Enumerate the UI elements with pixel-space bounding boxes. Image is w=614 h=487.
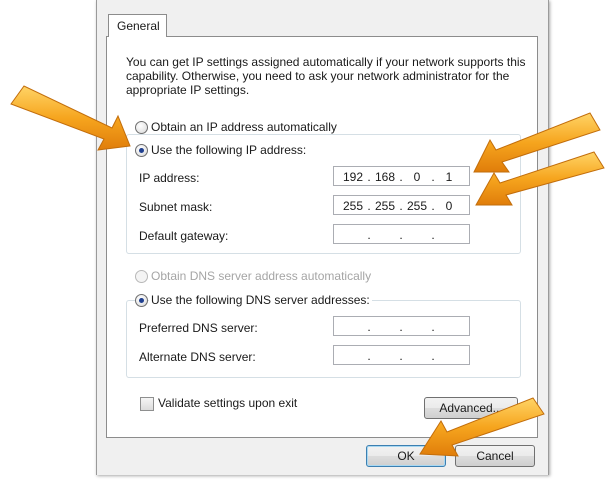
subnet-mask-field[interactable]: 255 . 255 . 255 . 0 — [333, 195, 470, 215]
tab-general[interactable]: General — [108, 14, 167, 37]
ip-dot: . — [367, 320, 371, 334]
preferred-dns-field[interactable]: . . . — [333, 316, 470, 336]
validate-settings-label[interactable]: Validate settings upon exit — [158, 396, 297, 410]
default-gateway-field[interactable]: . . . — [333, 224, 470, 244]
ip-octet-2: 168 — [374, 170, 396, 184]
ip-dot: . — [399, 320, 403, 334]
alternate-dns-field[interactable]: . . . — [333, 345, 470, 365]
ip-dot: . — [399, 228, 403, 242]
mask-octet-1: 255 — [342, 199, 364, 213]
mask-octet-2: 255 — [374, 199, 396, 213]
ip-dot: . — [431, 349, 435, 363]
use-following-dns-label[interactable]: Use the following DNS server addresses: — [149, 293, 372, 307]
mask-octet-3: 255 — [406, 199, 428, 213]
subnet-mask-label: Subnet mask: — [139, 200, 213, 214]
ip-octet-3: 0 — [413, 170, 421, 184]
ip-dot: . — [399, 349, 403, 363]
ip-dot: . — [431, 228, 435, 242]
intro-description: You can get IP settings assigned automat… — [126, 55, 526, 97]
dns-settings-group — [126, 300, 521, 378]
ip-octet-1: 192 — [342, 170, 364, 184]
cancel-button[interactable]: Cancel — [455, 445, 535, 467]
ip-address-field[interactable]: 192 . 168 . 0 . 1 — [333, 166, 470, 186]
advanced-button[interactable]: Advanced... — [424, 397, 518, 419]
mask-octet-4: 0 — [445, 199, 453, 213]
use-following-ip-label[interactable]: Use the following IP address: — [149, 143, 309, 157]
ip-dot: . — [431, 320, 435, 334]
tab-general-label: General — [117, 19, 160, 33]
obtain-dns-auto-label[interactable]: Obtain DNS server address automatically — [151, 269, 371, 283]
default-gateway-label: Default gateway: — [139, 229, 229, 243]
obtain-dns-auto-radio[interactable] — [135, 270, 148, 283]
alternate-dns-label: Alternate DNS server: — [139, 350, 256, 364]
validate-settings-checkbox[interactable] — [140, 397, 154, 411]
ip-dot: . — [367, 349, 371, 363]
ip-dot: . — [367, 228, 371, 242]
use-following-dns-radio[interactable] — [135, 294, 148, 307]
obtain-ip-auto-label[interactable]: Obtain an IP address automatically — [151, 120, 337, 134]
use-following-ip-radio[interactable] — [135, 144, 148, 157]
ip-address-label: IP address: — [139, 171, 200, 185]
preferred-dns-label: Preferred DNS server: — [139, 321, 258, 335]
obtain-ip-auto-radio[interactable] — [135, 121, 148, 134]
ok-button[interactable]: OK — [366, 445, 446, 467]
ip-octet-4: 1 — [445, 170, 453, 184]
